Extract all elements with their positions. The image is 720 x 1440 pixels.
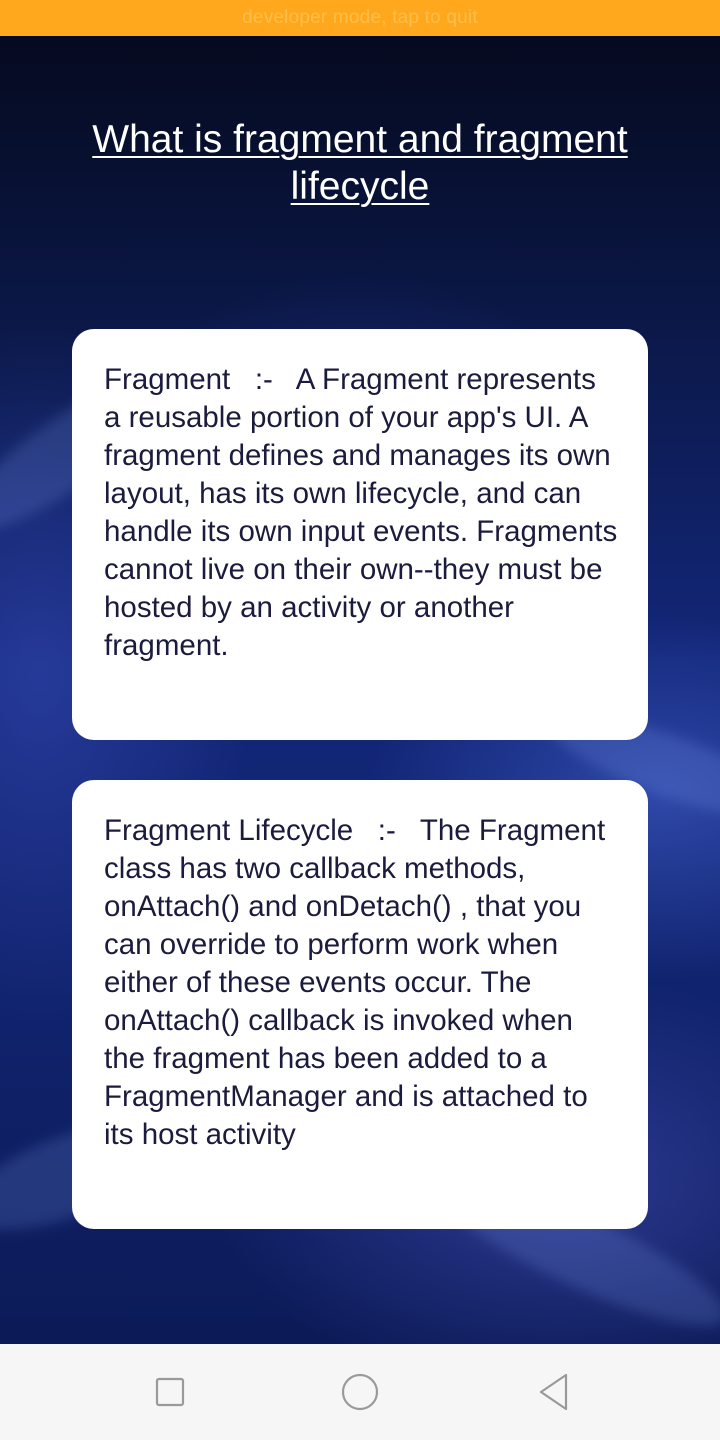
system-navigation-bar [0, 1344, 720, 1440]
developer-mode-text: developer mode, tap to quit [242, 7, 478, 28]
fragment-lifecycle-card: Fragment Lifecycle :- The Fragment class… [72, 780, 648, 1229]
circle-home-icon [341, 1373, 379, 1411]
fragment-definition-card: Fragment :- A Fragment represents a reus… [72, 329, 648, 740]
fragment-definition-text: Fragment :- A Fragment represents a reus… [104, 363, 626, 662]
recents-button[interactable] [146, 1368, 194, 1416]
page-title: What is fragment and fragment lifecycle [92, 118, 628, 208]
fragment-lifecycle-text: Fragment Lifecycle :- The Fragment class… [104, 814, 614, 1151]
developer-mode-bar[interactable]: developer mode, tap to quit [0, 0, 720, 36]
triangle-back-icon [539, 1373, 568, 1411]
square-recents-icon [155, 1377, 185, 1407]
home-button[interactable] [336, 1368, 384, 1416]
back-button[interactable] [530, 1368, 578, 1416]
app-background: What is fragment and fragment lifecycle … [0, 36, 720, 1344]
